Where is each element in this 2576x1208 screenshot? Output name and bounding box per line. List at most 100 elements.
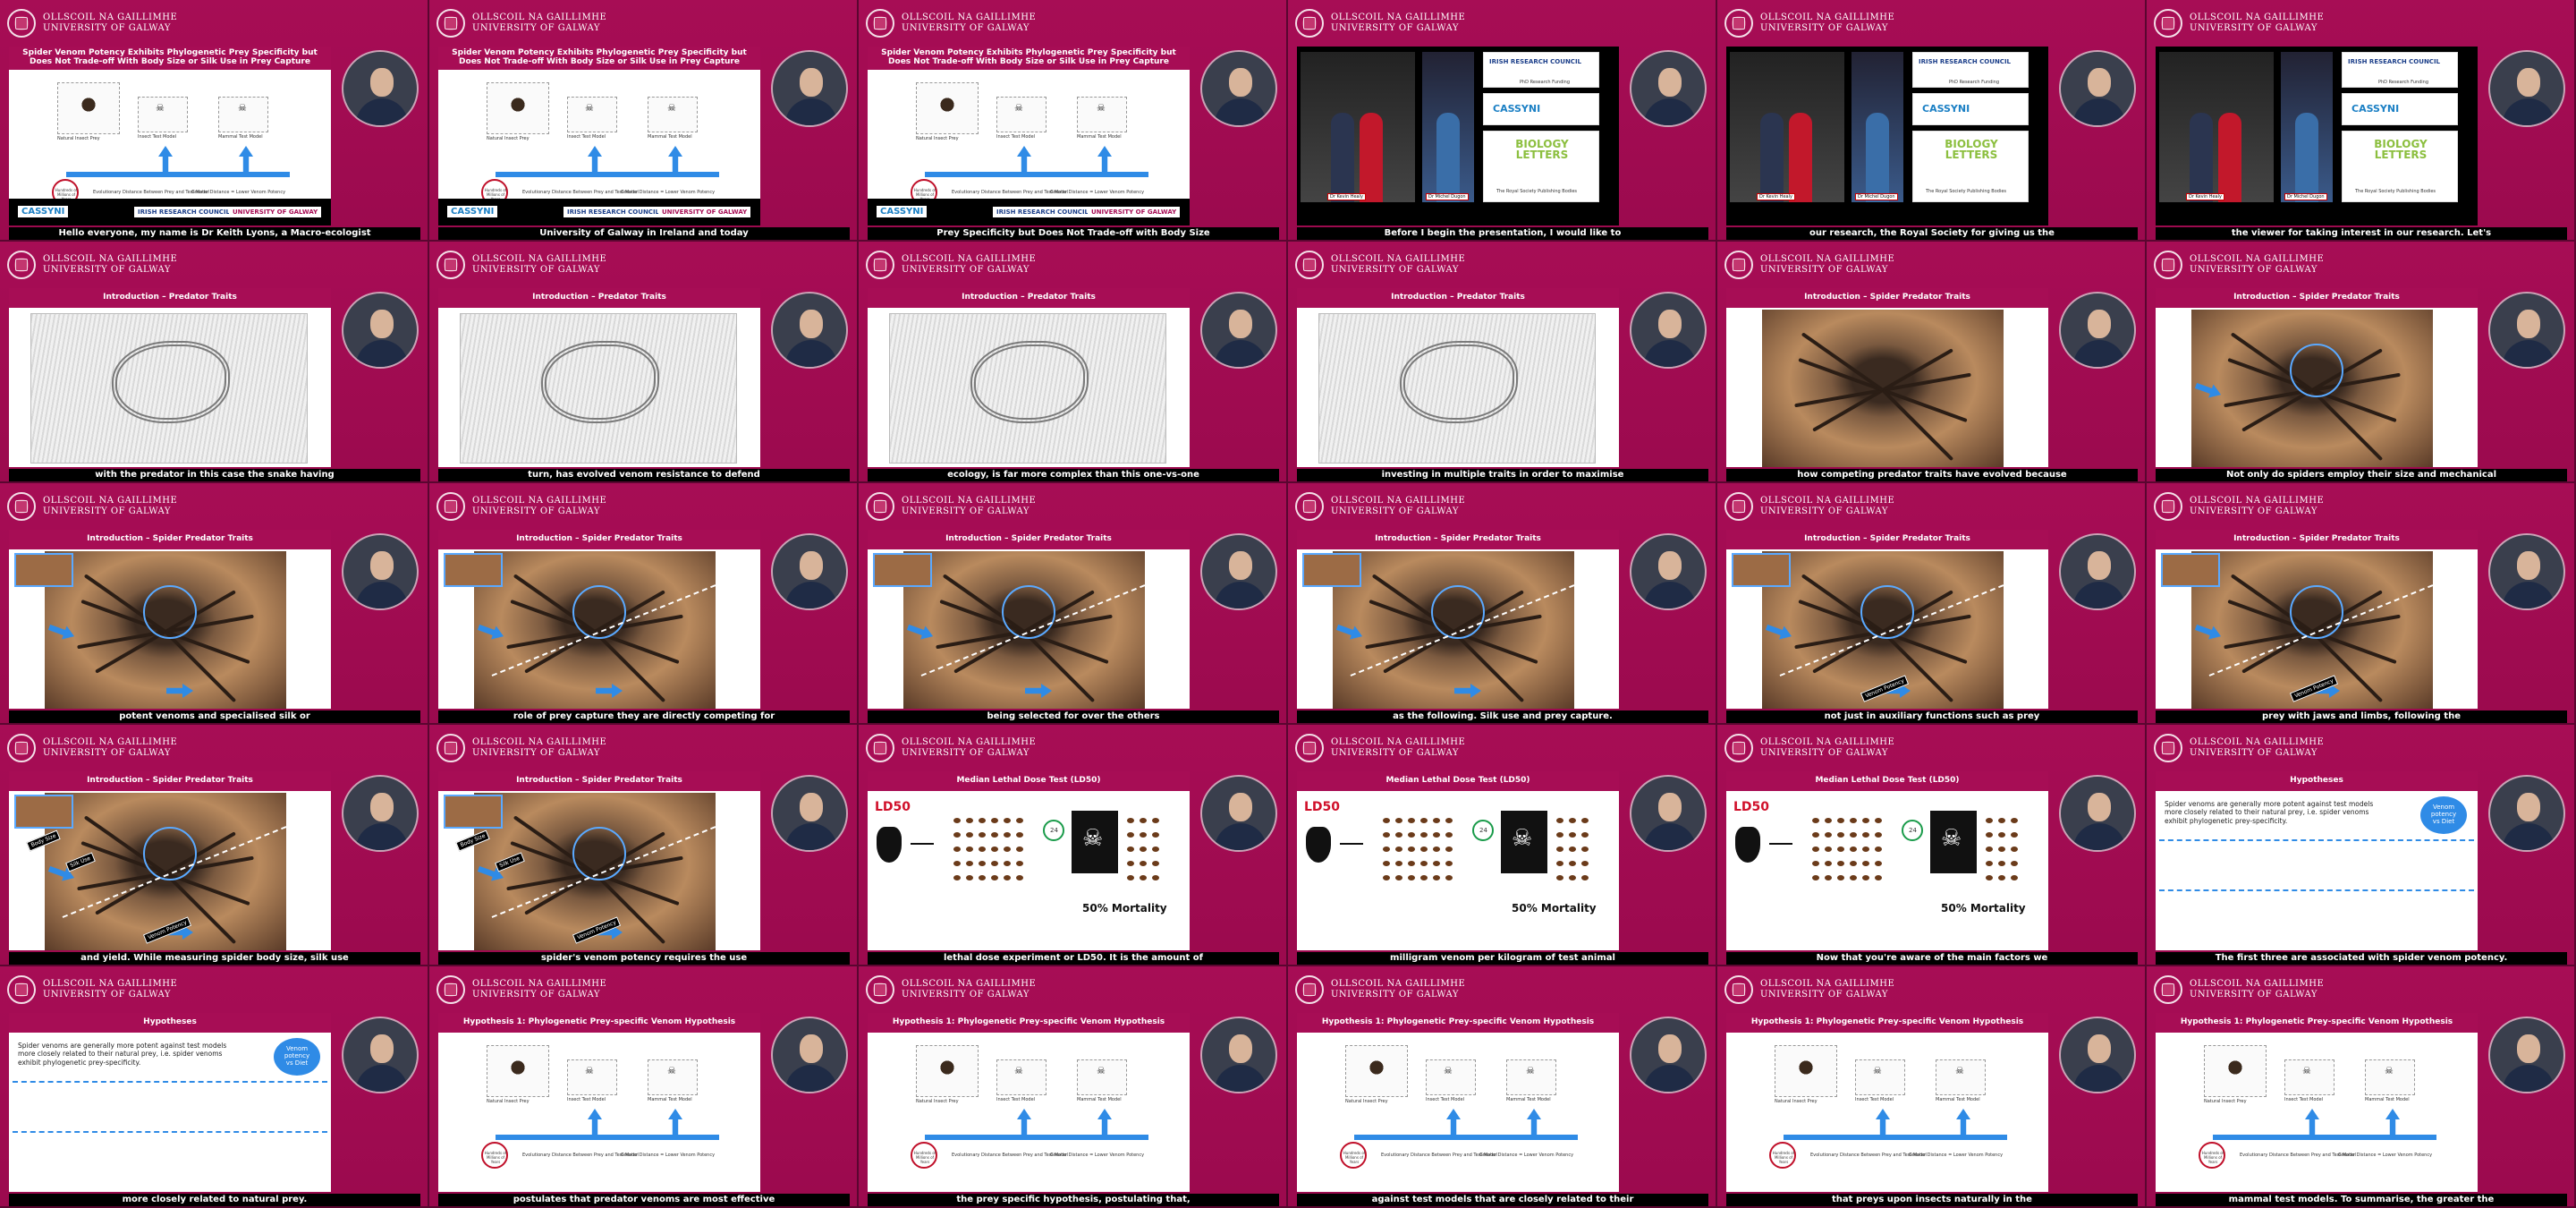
logo-line-1: OLLSCOIL NA GAILLIMHE [1760,13,1895,22]
university-seal-icon [866,492,894,521]
slide-title: Hypothesis 1: Phylogenetic Prey-specific… [2156,1013,2478,1033]
spider-icon [932,93,962,116]
video-frame[interactable]: OLLSCOIL NA GAILLIMHE UNIVERSITY OF GALW… [2147,483,2576,725]
spider-icon [932,1056,962,1079]
phylogeny-figure: Natural Insect Prey Insect Test Model Mamm… [460,1042,739,1185]
video-frame[interactable]: OLLSCOIL NA GAILLIMHE UNIVERSITY OF GALW… [2147,242,2576,483]
timer-label: 24 [1909,827,1917,834]
greater-label: Greater Distance = Lower Venom Potency [1050,1153,1145,1158]
skull-icon: ☠ [1014,102,1023,114]
skull-icon: ☠ [1097,1065,1106,1076]
panel-label: Natural Insect Prey [57,136,100,141]
video-frame[interactable]: OLLSCOIL NA GAILLIMHE UNIVERSITY OF GALW… [1288,725,1717,966]
video-frame[interactable]: OLLSCOIL NA GAILLIMHE UNIVERSITY OF GALW… [0,0,429,242]
video-frame[interactable]: OLLSCOIL NA GAILLIMHE UNIVERSITY OF GALW… [0,725,429,966]
cricket-icon [966,861,973,866]
video-frame[interactable]: OLLSCOIL NA GAILLIMHE UNIVERSITY OF GALW… [1288,966,1717,1208]
cricket-icon [1140,832,1147,838]
cricket-icon [1875,846,1882,852]
person [1436,113,1460,202]
slide-body: LD50 24 ☠ 50% Mortality [868,791,1190,950]
university-logo: OLLSCOIL NA GAILLIMHE UNIVERSITY OF GALW… [7,247,177,283]
subtitle-caption: The first three are associated with spid… [2156,952,2567,965]
skull-icon: ☠ [1955,1065,1964,1076]
cricket-icon [1408,832,1415,838]
video-frame[interactable]: OLLSCOIL NA GAILLIMHE UNIVERSITY OF GALW… [1717,725,2147,966]
video-frame[interactable]: OLLSCOIL NA GAILLIMHE UNIVERSITY OF GALW… [429,725,859,966]
dashed-divider [2159,839,2474,841]
cricket-icon [1408,846,1415,852]
logo-line-2: UNIVERSITY OF GALWAY [472,23,600,33]
cricket-icon [991,861,998,866]
video-frame[interactable]: OLLSCOIL NA GAILLIMHE UNIVERSITY OF GALW… [859,242,1288,483]
university-seal-icon [866,975,894,1004]
biology-letters-logo: BIOLOGY LETTERS [1515,138,1569,161]
university-footer-logo: UNIVERSITY OF GALWAY [229,207,322,217]
video-frame[interactable]: OLLSCOIL NA GAILLIMHE UNIVERSITY OF GALW… [2147,0,2576,242]
video-frame[interactable]: OLLSCOIL NA GAILLIMHE UNIVERSITY OF GALW… [429,483,859,725]
biology-letters-sponsor: BIOLOGY LETTERS The Royal Society Publish… [1483,131,1599,202]
university-seal-icon [436,975,465,1004]
bubble-text: Venom potency vs Diet [274,1046,320,1067]
cricket-icon [1445,818,1453,823]
video-frame[interactable]: OLLSCOIL NA GAILLIMHE UNIVERSITY OF GALW… [2147,725,2576,966]
logo-line-1: OLLSCOIL NA GAILLIMHE [43,254,178,264]
slide-body: Natural Insect Prey Insect Test Model Mamm… [9,70,331,225]
video-frame[interactable]: OLLSCOIL NA GAILLIMHE UNIVERSITY OF GALW… [0,966,429,1208]
cricket-icon [1556,875,1563,880]
slide-title: Hypothesis 1: Phylogenetic Prey-specific… [438,1013,760,1033]
cricket-icon [1395,861,1402,866]
presentation-slide: Hypothesis 1: Phylogenetic Prey-specific… [1297,1013,1619,1192]
cricket-icon [1556,846,1563,852]
skull-icon: ☠ [1526,1065,1535,1076]
slide-body [1726,308,2048,467]
panel-label: Mammal Test Model [1936,1097,1980,1102]
video-frame[interactable]: OLLSCOIL NA GAILLIMHE UNIVERSITY OF GALW… [859,483,1288,725]
cricket-icon [1998,846,2005,852]
logo-line-1: OLLSCOIL NA GAILLIMHE [1331,13,1466,22]
logo-line-2: UNIVERSITY OF GALWAY [1331,265,1459,275]
video-frame[interactable]: OLLSCOIL NA GAILLIMHE UNIVERSITY OF GALW… [429,966,859,1208]
person [2295,113,2318,202]
presentation-slide: Hypothesis 1: Phylogenetic Prey-specific… [2156,1013,2478,1192]
university-seal-icon [2154,975,2182,1004]
cricket-icon [1445,861,1453,866]
video-frame[interactable]: OLLSCOIL NA GAILLIMHE UNIVERSITY OF GALW… [0,242,429,483]
cricket-icon [1383,832,1390,838]
video-frame[interactable]: OLLSCOIL NA GAILLIMHE UNIVERSITY OF GALW… [0,483,429,725]
highlight-circle [2290,344,2343,397]
presentation-slide: Introduction – Spider Predator Traits [1297,530,1619,709]
subtitle-caption: the prey specific hypothesis, postulatin… [868,1194,1279,1206]
slide-body: Spider venoms are generally more potent … [2156,791,2478,950]
video-frame[interactable]: OLLSCOIL NA GAILLIMHE UNIVERSITY OF GALW… [859,725,1288,966]
video-frame[interactable]: OLLSCOIL NA GAILLIMHE UNIVERSITY OF GALW… [429,242,859,483]
university-logo: OLLSCOIL NA GAILLIMHE UNIVERSITY OF GALW… [1295,730,1465,766]
video-frame[interactable]: OLLSCOIL NA GAILLIMHE UNIVERSITY OF GALW… [429,0,859,242]
video-frame[interactable]: OLLSCOIL NA GAILLIMHE UNIVERSITY OF GALW… [1717,966,2147,1208]
cricket-icon [1837,818,1844,823]
logo-line-1: OLLSCOIL NA GAILLIMHE [1760,979,1895,989]
logo-line-2: UNIVERSITY OF GALWAY [472,748,600,758]
video-frame[interactable]: OLLSCOIL NA GAILLIMHE UNIVERSITY OF GALW… [1717,483,2147,725]
video-frame[interactable]: OLLSCOIL NA GAILLIMHE UNIVERSITY OF GALW… [2147,966,2576,1208]
video-frame[interactable]: OLLSCOIL NA GAILLIMHE UNIVERSITY OF GALW… [1288,0,1717,242]
cricket-icon [1850,832,1857,838]
logo-line-1: OLLSCOIL NA GAILLIMHE [472,496,607,506]
video-frame[interactable]: OLLSCOIL NA GAILLIMHE UNIVERSITY OF GALW… [1288,242,1717,483]
hypothesis-1-text: Spider venoms are generally more potent … [2165,800,2374,825]
video-frame[interactable]: OLLSCOIL NA GAILLIMHE UNIVERSITY OF GALW… [859,0,1288,242]
cricket-icon [1825,846,1832,852]
video-frame[interactable]: OLLSCOIL NA GAILLIMHE UNIVERSITY OF GALW… [1288,483,1717,725]
greater-label: Greater Distance = Lower Venom Potency [1479,1153,1574,1158]
university-logo: OLLSCOIL NA GAILLIMHE UNIVERSITY OF GALW… [1295,489,1465,524]
cricket-icon [1127,861,1134,866]
video-frame[interactable]: OLLSCOIL NA GAILLIMHE UNIVERSITY OF GALW… [1717,242,2147,483]
cricket-icon [1445,846,1453,852]
panel-label: Natural Insect Prey [916,136,959,141]
university-seal-icon [2154,492,2182,521]
logo-line-1: OLLSCOIL NA GAILLIMHE [2190,496,2325,506]
video-frame[interactable]: OLLSCOIL NA GAILLIMHE UNIVERSITY OF GALW… [1717,0,2147,242]
logo-line-2: UNIVERSITY OF GALWAY [1760,506,1888,516]
cricket-icon [1152,861,1159,866]
video-frame[interactable]: OLLSCOIL NA GAILLIMHE UNIVERSITY OF GALW… [859,966,1288,1208]
